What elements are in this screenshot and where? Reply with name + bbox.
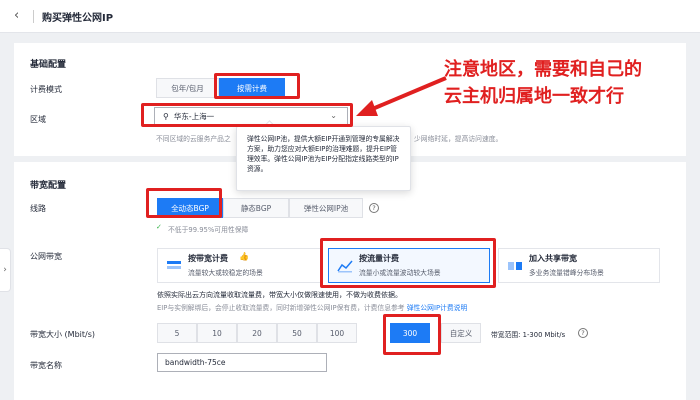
bandwidth-option-by-bandwidth[interactable]: 按带宽计费 👍 流量较大或较稳定的场景 [157,248,323,283]
unbind-hint-text: EIP与实例解绑后，会停止收取流量费，同时新增弹性公网IP保有费，计费信息参考 [157,304,405,312]
region-label: 区域 [30,115,46,124]
help-icon[interactable]: ? [369,203,379,213]
eip-pool-tooltip: 弹性公网IP池，提供大额EIP开通到管理的专属解决方案，助力您应对大额EIP的治… [236,126,411,191]
top-bar: ‹ 购买弹性公网IP [0,0,700,33]
bandwidth-option-title: 加入共享带宽 [529,254,577,263]
annotation-arrow-icon [356,76,447,116]
help-icon[interactable]: ? [578,328,588,338]
bandwidth-option-desc: 多业务流量错峰分布场景 [529,269,604,277]
bandwidth-size-label: 带宽大小 (Mbit/s) [30,330,95,339]
annotation-box-region [141,103,353,127]
line-eip-pool-button[interactable]: 弹性公网IP池 [289,198,363,218]
traffic-hint: 依照实际出云方向流量收取流量费，带宽大小仅做限速使用，不做为收费依据。 [157,291,402,299]
public-bandwidth-label: 公网带宽 [30,252,62,261]
check-circle-icon: ✓ [156,223,162,231]
size-5-button[interactable]: 5 [157,323,197,343]
section-title-basic: 基础配置 [30,60,67,70]
size-custom-button[interactable]: 自定义 [441,323,481,343]
size-100-button[interactable]: 100 [317,323,357,343]
size-50-button[interactable]: 50 [277,323,317,343]
size-20-button[interactable]: 20 [237,323,277,343]
bandwidth-name-input[interactable]: bandwidth-75ce [157,353,327,372]
region-note-right: 少网络时延，提高访问速度。 [414,135,503,143]
region-note-left: 不同区域的云服务产品之 [156,135,231,143]
billing-mode-label: 计费模式 [30,85,62,94]
section-title-bandwidth: 带宽配置 [30,181,67,191]
page-title: 购买弹性公网IP [42,13,114,24]
divider [33,10,34,23]
annotation-text: 注意地区，需要和自己的 云主机归属地一致才行 [444,56,642,110]
unbind-hint: EIP与实例解绑后，会停止收取流量费，同时新增弹性公网IP保有费，计费信息参考 … [157,302,467,312]
bandwidth-chart-icon [167,261,181,269]
chevron-right-icon[interactable]: › [0,248,11,292]
chevron-left-icon[interactable]: ‹ [14,8,19,23]
line-label: 线路 [30,204,46,213]
bandwidth-option-title: 按带宽计费 [188,254,228,263]
line-sla-text: 不低于99.95%可用性保障 [168,226,249,234]
bandwidth-option-desc: 流量较大或较稳定的场景 [188,269,263,277]
eip-billing-link[interactable]: 弹性公网IP计费说明 [407,304,467,312]
annotation-box-billing [214,73,300,99]
thumbs-up-icon: 👍 [239,252,249,261]
bandwidth-name-label: 带宽名称 [30,361,62,370]
billing-yearly-monthly-button[interactable]: 包年/包月 [156,78,219,98]
annotation-line-1: 注意地区，需要和自己的 [444,59,642,80]
shared-bandwidth-icon [508,262,522,270]
annotation-line-2: 云主机归属地一致才行 [444,86,624,107]
annotation-box-traffic [320,238,496,288]
annotation-box-size [383,314,441,355]
annotation-box-line [146,188,222,218]
bandwidth-range: 带宽范围: 1-300 Mbit/s [491,331,566,339]
line-static-bgp-button[interactable]: 静态BGP [223,198,289,218]
bandwidth-option-shared[interactable]: 加入共享带宽 多业务流量错峰分布场景 [498,248,660,283]
size-10-button[interactable]: 10 [197,323,237,343]
